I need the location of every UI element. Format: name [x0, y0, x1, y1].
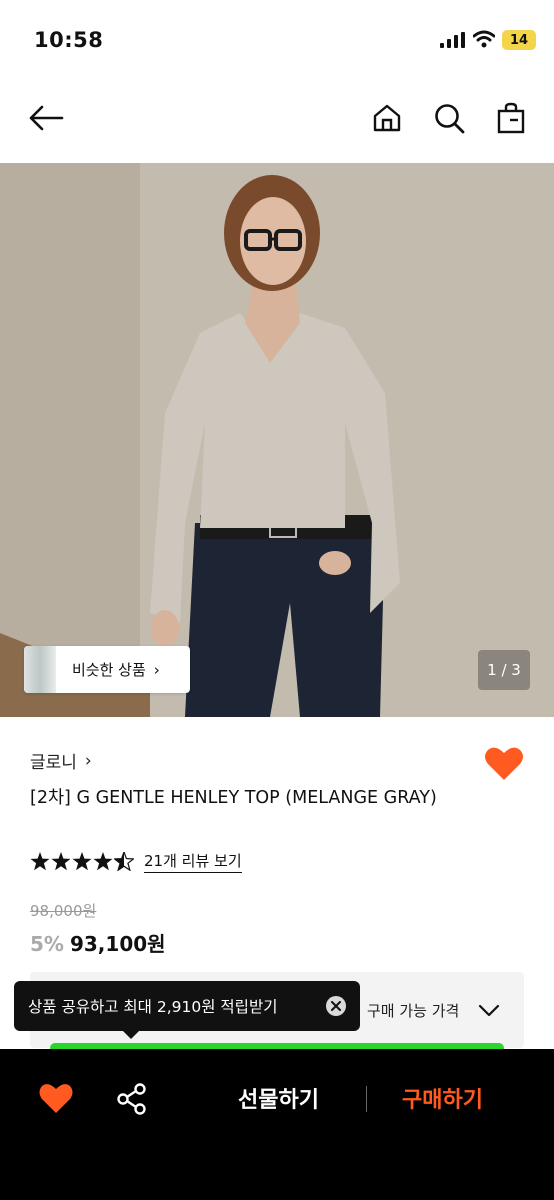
star-half-icon: [114, 852, 134, 871]
status-time: 10:58: [34, 28, 104, 52]
chevron-down-icon: [478, 1004, 500, 1017]
cellular-signal-icon: [440, 32, 465, 48]
like-button[interactable]: [38, 1081, 74, 1115]
similar-products-label: 비슷한 상품: [72, 661, 146, 679]
back-button[interactable]: [26, 98, 66, 138]
star-full-icon: [72, 852, 92, 871]
rating-row: 21개 리뷰 보기: [30, 850, 242, 873]
brand-name: 글로니: [30, 753, 77, 773]
bottom-bar-divider: [366, 1086, 367, 1112]
similar-products-button[interactable]: 비슷한 상품 ›: [24, 646, 190, 693]
product-photo: [0, 163, 554, 717]
close-icon: [331, 1001, 341, 1011]
bottom-action-bar: [0, 1049, 554, 1200]
wifi-icon: [473, 30, 495, 48]
tooltip-tail: [122, 1030, 140, 1039]
tooltip-close-button[interactable]: [326, 996, 346, 1016]
cart-button[interactable]: [491, 98, 531, 138]
star-full-icon: [93, 852, 113, 871]
review-link[interactable]: 21개 리뷰 보기: [144, 850, 242, 873]
share-button[interactable]: [116, 1082, 148, 1116]
search-button[interactable]: [429, 98, 469, 138]
similar-product-thumbnail: [24, 646, 56, 693]
heart-icon[interactable]: [484, 744, 524, 782]
star-full-icon: [51, 852, 71, 871]
product-title: [2차] G GENTLE HENLEY TOP (MELANGE GRAY): [30, 788, 437, 808]
brand-link[interactable]: 글로니 ›: [30, 748, 92, 774]
back-arrow-icon: [29, 105, 64, 131]
price-row: 5% 93,100원: [30, 928, 166, 957]
tooltip-text: 상품 공유하고 최대 2,910원 적립받기: [28, 998, 278, 1016]
nav-bar: [0, 88, 554, 152]
product-image[interactable]: [0, 163, 554, 717]
share-reward-tooltip: 상품 공유하고 최대 2,910원 적립받기: [14, 981, 360, 1031]
status-bar: 10:58 14: [0, 0, 554, 80]
search-icon: [435, 104, 465, 134]
battery-indicator: 14: [502, 30, 536, 50]
buy-button[interactable]: 구매하기: [402, 1082, 483, 1114]
home-button[interactable]: [367, 98, 407, 138]
image-page-counter: 1 / 3: [478, 650, 530, 690]
star-rating: [30, 852, 134, 871]
purchasable-price-label: 구매 가능 가격: [367, 1002, 460, 1020]
final-price: 93,100원: [69, 932, 166, 956]
gift-button[interactable]: 선물하기: [238, 1082, 319, 1114]
discount-rate: 5%: [30, 932, 64, 956]
original-price: 98,000원: [30, 902, 97, 920]
star-full-icon: [30, 852, 50, 871]
shopping-bag-icon: [497, 102, 525, 134]
chevron-right-icon: ›: [153, 660, 160, 679]
chevron-right-icon: ›: [84, 750, 92, 771]
home-icon: [373, 104, 401, 132]
